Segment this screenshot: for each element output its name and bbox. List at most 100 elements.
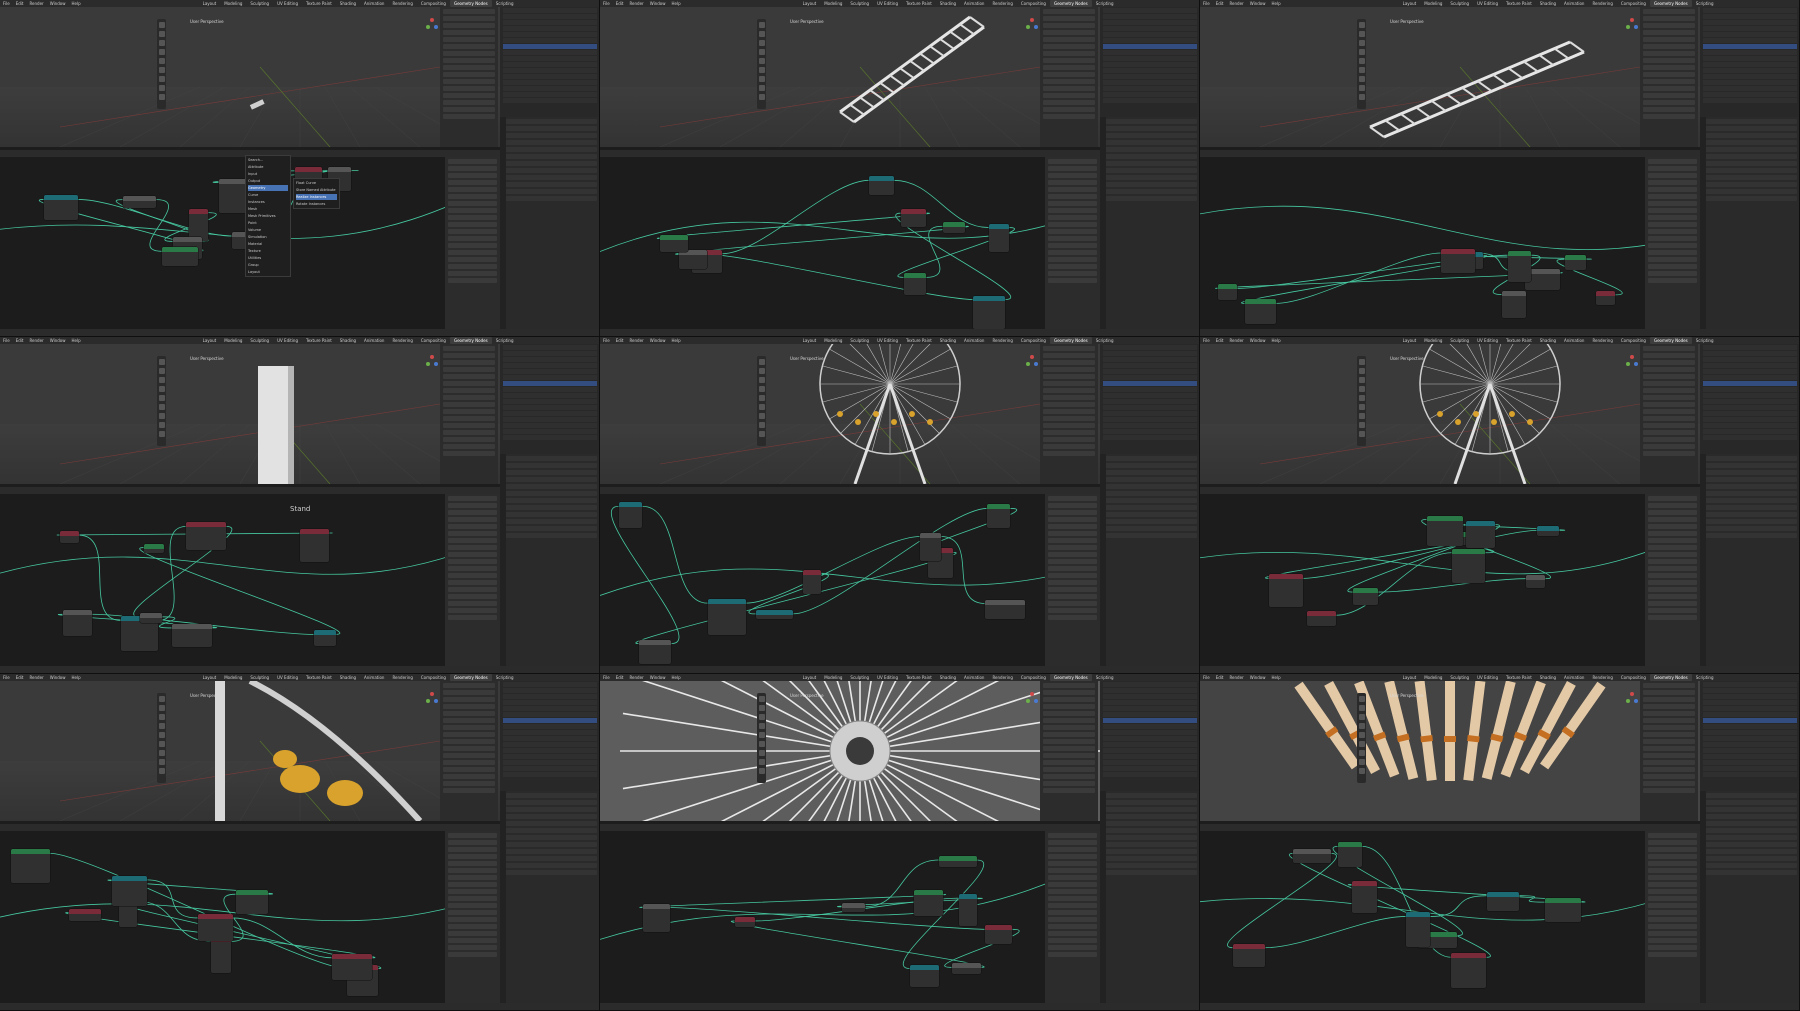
outliner-item[interactable] xyxy=(503,357,597,362)
menu-help[interactable]: Help xyxy=(68,0,83,7)
outliner-item[interactable] xyxy=(503,766,597,771)
transform-field[interactable] xyxy=(1043,16,1095,21)
node-sidebar-field[interactable] xyxy=(1648,931,1697,936)
node-editor[interactable] xyxy=(1200,487,1700,666)
property-field[interactable] xyxy=(503,491,597,496)
tab-shading[interactable]: Shading xyxy=(936,674,960,681)
geometry-node[interactable] xyxy=(951,963,981,974)
tab-texture-paint[interactable]: Texture Paint xyxy=(902,674,936,681)
transform-field[interactable] xyxy=(1043,395,1095,400)
menu-render[interactable]: Render xyxy=(626,674,646,681)
property-field[interactable] xyxy=(1703,842,1797,847)
tool-icon[interactable] xyxy=(1358,723,1365,729)
menu-file[interactable]: File xyxy=(0,337,13,344)
node-sidebar-field[interactable] xyxy=(1648,215,1697,220)
tool-icon[interactable] xyxy=(758,22,765,28)
node-sidebar-field[interactable] xyxy=(448,559,497,564)
tool-icon[interactable] xyxy=(158,768,165,774)
outliner-item[interactable] xyxy=(503,736,597,741)
outliner-item[interactable] xyxy=(1103,14,1197,19)
menu-window[interactable]: Window xyxy=(1247,0,1269,7)
property-field[interactable] xyxy=(1103,168,1197,173)
tab-uv-editing[interactable]: UV Editing xyxy=(273,0,302,7)
tool-icon[interactable] xyxy=(1358,732,1365,738)
outliner-item[interactable] xyxy=(503,74,597,79)
transform-field[interactable] xyxy=(1643,416,1695,421)
tab-texture-paint[interactable]: Texture Paint xyxy=(902,0,936,7)
node-sidebar-field[interactable] xyxy=(1048,264,1097,269)
node-sidebar-field[interactable] xyxy=(1648,236,1697,241)
menu-item[interactable]: Mesh xyxy=(248,206,288,212)
outliner-item[interactable] xyxy=(503,86,597,91)
menu-render[interactable]: Render xyxy=(1226,337,1246,344)
menu-help[interactable]: Help xyxy=(668,337,683,344)
transform-field[interactable] xyxy=(1643,760,1695,765)
menu-help[interactable]: Help xyxy=(668,674,683,681)
transform-field[interactable] xyxy=(1643,402,1695,407)
transform-field[interactable] xyxy=(443,360,495,365)
node-sidebar-field[interactable] xyxy=(1648,559,1697,564)
transform-field[interactable] xyxy=(1043,725,1095,730)
menu-item[interactable]: Attribute xyxy=(248,164,288,170)
transform-field[interactable] xyxy=(1043,100,1095,105)
tab-uv-editing[interactable]: UV Editing xyxy=(873,674,902,681)
outliner-item[interactable] xyxy=(503,20,597,25)
menu-item[interactable]: Output xyxy=(248,178,288,184)
property-field[interactable] xyxy=(1103,175,1197,180)
node-sidebar-field[interactable] xyxy=(448,580,497,585)
tool-icon[interactable] xyxy=(758,85,765,91)
node-editor[interactable] xyxy=(1200,824,1700,1003)
menu-edit[interactable]: Edit xyxy=(1213,674,1227,681)
tab-sculpting[interactable]: Sculpting xyxy=(246,674,273,681)
menu-window[interactable]: Window xyxy=(647,674,669,681)
geometry-node[interactable] xyxy=(1441,249,1475,274)
node-sidebar-field[interactable] xyxy=(1648,580,1697,585)
transform-field[interactable] xyxy=(1043,37,1095,42)
menu-render[interactable]: Render xyxy=(626,337,646,344)
property-field[interactable] xyxy=(1703,491,1797,496)
tab-uv-editing[interactable]: UV Editing xyxy=(873,0,902,7)
3d-viewport[interactable]: User Perspective xyxy=(600,344,1100,484)
property-field[interactable] xyxy=(503,814,597,819)
outliner-item[interactable] xyxy=(503,369,597,374)
geometry-node[interactable] xyxy=(1537,526,1559,537)
menu-window[interactable]: Window xyxy=(47,337,69,344)
property-field[interactable] xyxy=(503,863,597,868)
tool-icon[interactable] xyxy=(758,67,765,73)
transform-field[interactable] xyxy=(1043,767,1095,772)
transform-field[interactable] xyxy=(1643,732,1695,737)
menu-item[interactable]: Mesh Primitives xyxy=(248,213,288,219)
node-sidebar-field[interactable] xyxy=(1648,552,1697,557)
transform-field[interactable] xyxy=(1643,437,1695,442)
menu-file[interactable]: File xyxy=(600,674,613,681)
node-editor[interactable]: Stand xyxy=(0,487,500,666)
tool-icon[interactable] xyxy=(1358,58,1365,64)
outliner-item[interactable] xyxy=(503,742,597,747)
node-sidebar-field[interactable] xyxy=(1648,917,1697,922)
node-sidebar-field[interactable] xyxy=(448,601,497,606)
outliner-item[interactable] xyxy=(1103,694,1197,699)
transform-field[interactable] xyxy=(1043,381,1095,386)
property-field[interactable] xyxy=(503,196,597,201)
geometry-node[interactable] xyxy=(985,599,1025,620)
outliner-item[interactable] xyxy=(1103,56,1197,61)
transform-field[interactable] xyxy=(1643,51,1695,56)
transform-field[interactable] xyxy=(1643,767,1695,772)
node-sidebar-field[interactable] xyxy=(1048,243,1097,248)
transform-field[interactable] xyxy=(443,774,495,779)
node-sidebar-field[interactable] xyxy=(448,910,497,915)
transform-field[interactable] xyxy=(443,697,495,702)
tab-texture-paint[interactable]: Texture Paint xyxy=(902,337,936,344)
property-field[interactable] xyxy=(1103,470,1197,475)
submenu-item[interactable]: Float Curve xyxy=(296,180,337,186)
transform-field[interactable] xyxy=(1643,86,1695,91)
node-sidebar-field[interactable] xyxy=(1648,938,1697,943)
transform-field[interactable] xyxy=(1043,753,1095,758)
transform-field[interactable] xyxy=(1643,346,1695,351)
tool-icon[interactable] xyxy=(1358,413,1365,419)
transform-field[interactable] xyxy=(443,37,495,42)
property-field[interactable] xyxy=(503,842,597,847)
tab-uv-editing[interactable]: UV Editing xyxy=(1473,337,1502,344)
tool-icon[interactable] xyxy=(758,76,765,82)
outliner-item[interactable] xyxy=(1703,718,1797,723)
